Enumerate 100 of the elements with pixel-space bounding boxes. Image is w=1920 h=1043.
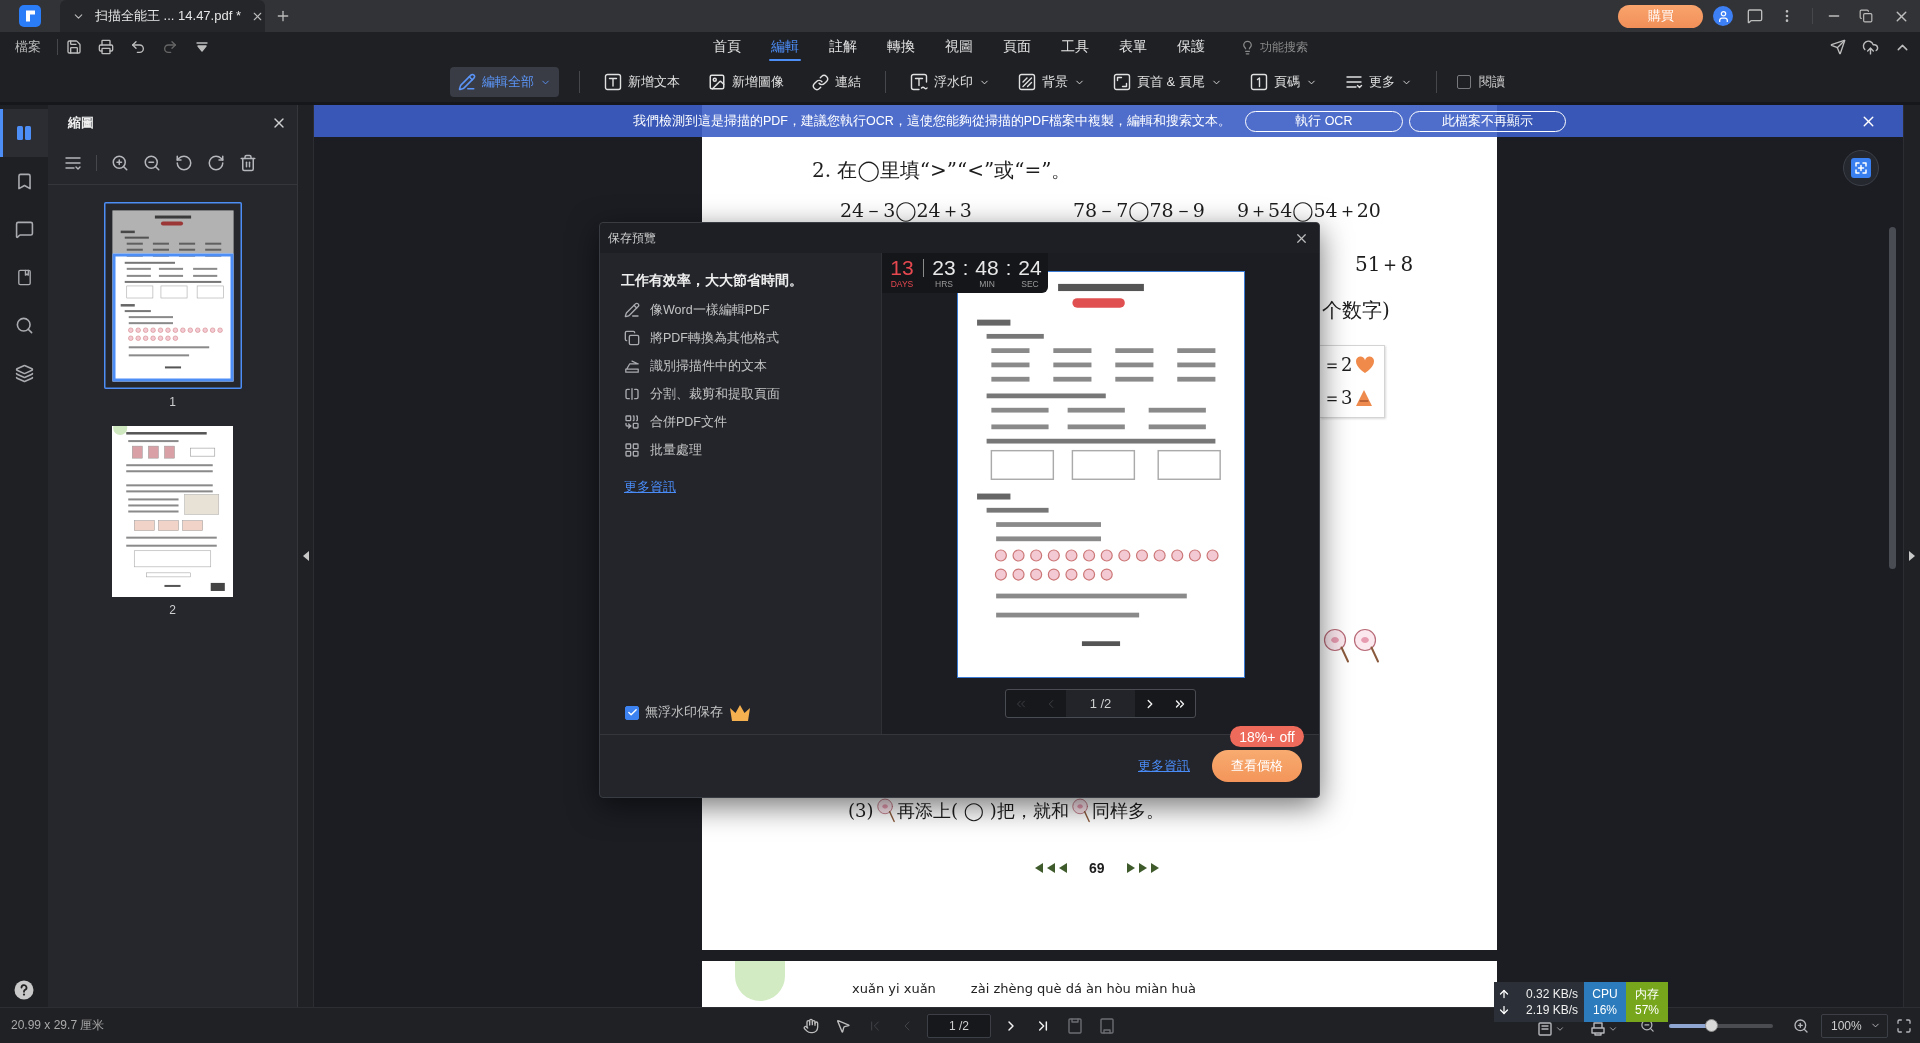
zoom-in-icon[interactable] xyxy=(1793,1017,1809,1034)
expand-right-icon[interactable] xyxy=(1909,551,1915,561)
rotate-right-icon[interactable] xyxy=(207,153,225,172)
toolbar-button[interactable]: 浮水印 xyxy=(906,67,994,97)
equation-text: ＝3 xyxy=(1323,386,1353,411)
file-menu[interactable]: 檔案 xyxy=(15,38,41,56)
caret-icon[interactable] xyxy=(1608,1024,1618,1034)
zoom-select[interactable]: 100% xyxy=(1821,1013,1888,1038)
menu-tab[interactable]: 表單 xyxy=(1104,32,1162,62)
equation-text: 51＋8 xyxy=(1355,252,1414,276)
triangle-icon xyxy=(1035,863,1043,874)
page-thumbnail-drawing[interactable] xyxy=(112,426,233,597)
menu-tab[interactable]: 編輯 xyxy=(756,32,814,62)
toolbar-button[interactable]: 新增文本 xyxy=(600,67,684,97)
send-icon[interactable] xyxy=(1830,39,1846,55)
toolbar-button[interactable]: 連結 xyxy=(808,67,865,97)
no-watermark-label: 無浮水印保存 xyxy=(645,704,723,721)
triangle-icon xyxy=(1355,389,1374,408)
split-icon xyxy=(624,386,640,402)
countdown-value: 13 xyxy=(890,256,914,279)
heart-icon xyxy=(1355,355,1376,374)
print-icon[interactable] xyxy=(98,39,114,55)
upload-arrow-icon xyxy=(1498,988,1510,1000)
countdown-unit: HRS xyxy=(935,278,953,290)
more-icon xyxy=(1344,73,1363,91)
no-watermark-checkbox[interactable] xyxy=(625,705,639,720)
equation-text: 24－3◯24＋3 xyxy=(840,199,973,221)
cloud-upload-icon[interactable] xyxy=(1861,38,1879,56)
toolbar-button[interactable]: 頁首 & 頁尾 xyxy=(1109,67,1226,97)
triangle-icon xyxy=(1150,863,1159,874)
menu-tab[interactable]: 頁面 xyxy=(988,32,1046,62)
combine-icon xyxy=(624,414,640,430)
menu-tab[interactable]: 工具 xyxy=(1046,32,1104,62)
printer-icon[interactable] xyxy=(1591,1022,1605,1036)
comment-icon xyxy=(14,219,34,239)
menu-tab[interactable]: 保護 xyxy=(1162,32,1220,62)
plus-icon[interactable] xyxy=(275,8,291,24)
feature-search[interactable]: 功能搜索 xyxy=(1260,38,1308,56)
fit-page-icon[interactable] xyxy=(1896,1017,1912,1034)
cpu-label: CPU xyxy=(1592,986,1618,1002)
equation-text: ＝2 xyxy=(1323,352,1353,377)
discount-badge: 18%+ off xyxy=(1230,726,1304,747)
dialog-headline: 工作有效率，大大節省時間。 xyxy=(621,271,804,289)
layers-icon xyxy=(14,363,34,383)
round-decoration xyxy=(735,961,785,1001)
ocr-float-button[interactable] xyxy=(1843,150,1879,186)
avatar-icon[interactable] xyxy=(1713,6,1733,26)
save-icon[interactable] xyxy=(66,39,82,55)
toolbar-button[interactable]: 新增圖像 xyxy=(704,67,788,97)
collapse-left-icon[interactable] xyxy=(302,551,309,561)
memory-label: 内存 xyxy=(1635,986,1659,1002)
question-text: 同样多。 xyxy=(1092,798,1165,823)
lollipop-icon xyxy=(1322,628,1350,664)
zoom-out-icon[interactable] xyxy=(143,153,161,172)
menu-tab[interactable]: 轉換 xyxy=(872,32,930,62)
document-tab[interactable]: 扫描全能王 ... 14.47.pdf * xyxy=(60,0,265,32)
more-info-link[interactable]: 更多資訊 xyxy=(1138,757,1190,775)
dialog-title: 保存預覽 xyxy=(608,229,657,247)
more-info-link[interactable]: 更多資訊 xyxy=(624,478,676,496)
slider-thumb[interactable] xyxy=(1704,1018,1718,1032)
hand-icon[interactable] xyxy=(803,1017,819,1034)
header-footer-icon xyxy=(1113,73,1131,91)
menu-tab[interactable]: 視圖 xyxy=(930,32,988,62)
menu-tab[interactable]: 註解 xyxy=(814,32,872,62)
pinyin-text: xuǎn yi xuǎn xyxy=(852,981,936,996)
search-icon xyxy=(14,315,34,335)
page-icon[interactable] xyxy=(1100,1017,1114,1034)
countdown-unit: SEC xyxy=(1021,278,1039,290)
crown-icon xyxy=(729,704,751,721)
feature-text: 識別掃描件中的文本 xyxy=(650,357,767,375)
redo-icon[interactable] xyxy=(162,39,178,55)
toolbar-button[interactable]: 背景 xyxy=(1014,67,1089,97)
zoom-in-icon[interactable] xyxy=(111,153,129,172)
pointer-icon[interactable] xyxy=(835,1017,851,1034)
caret-icon[interactable] xyxy=(1555,1024,1565,1034)
instruction-text: 个数字) xyxy=(1322,298,1390,322)
page-number-field[interactable]: 1 /2 xyxy=(927,1013,991,1038)
single-page-icon[interactable] xyxy=(1068,1017,1082,1034)
restore-icon[interactable] xyxy=(1859,9,1873,23)
page-layout-icon[interactable] xyxy=(1538,1022,1552,1036)
read-mode-checkbox[interactable] xyxy=(1456,75,1471,89)
rotate-left-icon[interactable] xyxy=(175,153,193,172)
upload-speed: 0.32 KB/s xyxy=(1525,987,1578,1001)
thumbnails-icon xyxy=(14,123,34,143)
download-speed: 2.19 KB/s xyxy=(1525,1003,1578,1017)
toolbar-button[interactable]: 編輯全部 xyxy=(450,67,559,97)
customize-dropdown-icon[interactable] xyxy=(195,40,209,54)
menu-tab[interactable]: 首頁 xyxy=(698,32,756,62)
page-thumbnail-drawing[interactable] xyxy=(103,202,242,389)
grid-icon xyxy=(624,442,640,458)
help-icon[interactable] xyxy=(14,980,34,1000)
sidebar-tab[interactable] xyxy=(0,109,48,157)
trash-icon[interactable] xyxy=(239,153,257,172)
page-indicator: 1 /2 xyxy=(1089,696,1112,711)
download-arrow-icon xyxy=(1498,1004,1510,1016)
scrollbar[interactable] xyxy=(1889,227,1896,569)
undo-icon[interactable] xyxy=(130,39,146,55)
toolbar-button[interactable]: 更多 xyxy=(1340,67,1416,97)
comment-icon[interactable] xyxy=(1747,8,1763,24)
toolbar-button[interactable]: 頁碼 xyxy=(1245,67,1321,97)
